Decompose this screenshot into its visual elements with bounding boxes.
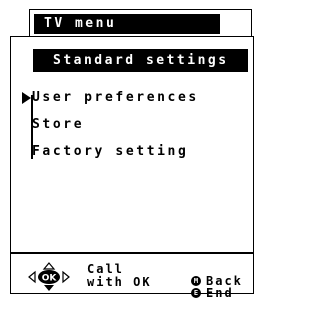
footer-divider (10, 252, 254, 254)
menu-item-user-preferences[interactable]: User preferences (32, 90, 199, 106)
standard-settings-title: Standard settings (33, 49, 248, 72)
dpad-ok-icon: OK (28, 262, 70, 291)
menu-item-factory-setting[interactable]: Factory setting (32, 144, 188, 160)
menu-item-store[interactable]: Store (32, 117, 84, 133)
selection-pointer-icon (22, 92, 31, 104)
ok-key-label: OK (42, 274, 58, 284)
end-label: End (206, 286, 234, 300)
menu-key-icon: M (191, 276, 201, 286)
tv-menu-title: TV menu (34, 14, 220, 34)
settings-menu-panel (10, 36, 254, 294)
end-key-icon: E (191, 288, 201, 298)
call-text: Call (87, 262, 124, 276)
with-ok-text: with OK (87, 275, 152, 289)
